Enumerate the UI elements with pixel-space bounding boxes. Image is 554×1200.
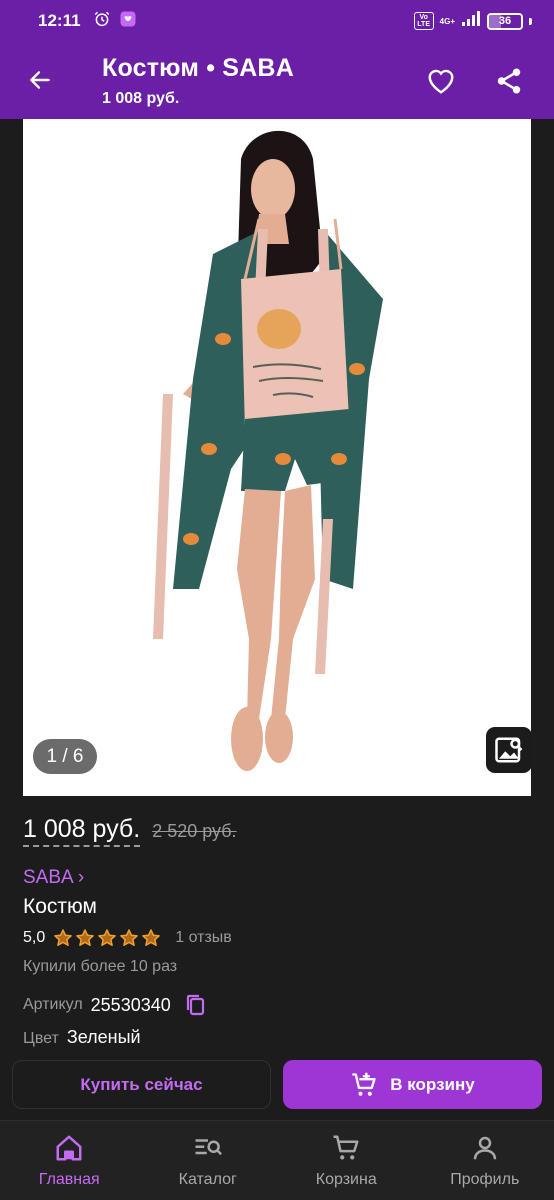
reviews-count[interactable]: 1 отзыв <box>175 929 232 947</box>
profile-icon <box>470 1133 500 1163</box>
copy-icon <box>186 994 204 1016</box>
app-notification-icon <box>119 10 137 33</box>
nav-item-profile[interactable]: Профиль <box>416 1121 554 1200</box>
nav-label-profile: Профиль <box>450 1171 520 1188</box>
image-counter: 1 / 6 <box>33 739 97 774</box>
purchase-count: Купили более 10 раз <box>23 958 178 975</box>
color-row: Цвет Зеленый <box>23 1027 141 1048</box>
heart-icon <box>428 69 454 94</box>
buy-now-button[interactable]: Купить сейчас <box>12 1060 271 1109</box>
cart-plus-icon <box>352 1072 376 1096</box>
battery-indicator: 36 <box>487 12 523 30</box>
back-button[interactable] <box>22 62 58 98</box>
nav-label-catalog: Каталог <box>178 1171 237 1188</box>
old-price: 2 520 руб. <box>152 821 237 841</box>
signal-icon <box>461 10 481 32</box>
arrow-left-icon <box>30 71 50 89</box>
article-row: Артикул 25530340 <box>23 992 207 1018</box>
nav-item-cart[interactable]: Корзина <box>277 1121 416 1200</box>
nav-item-home[interactable]: Главная <box>0 1121 139 1200</box>
home-icon <box>54 1133 84 1163</box>
cart-icon <box>331 1133 361 1163</box>
nav-label-home: Главная <box>38 1171 100 1188</box>
star-icon <box>142 929 161 946</box>
product-image-gallery[interactable]: 1 / 6 <box>23 119 531 796</box>
current-price[interactable]: 1 008 руб. <box>23 815 141 847</box>
brand-link[interactable]: SABA › <box>23 867 84 889</box>
star-icon <box>98 929 117 946</box>
rating-row[interactable]: 5,0 1 отзыв <box>23 928 232 948</box>
action-bar: Купить сейчас В корзину <box>0 1052 554 1120</box>
status-bar: 12:11 Vo LTE 4G+ 36 <box>0 0 554 42</box>
share-icon <box>497 68 521 94</box>
catalog-search-icon <box>193 1133 223 1163</box>
color-label: Цвет <box>23 1030 59 1047</box>
copy-article-button[interactable] <box>183 992 207 1018</box>
color-value: Зеленый <box>66 1027 141 1047</box>
product-photo <box>23 119 531 796</box>
article-label: Артикул <box>23 996 83 1013</box>
favorite-button[interactable] <box>422 62 460 100</box>
product-screen: 12:11 Vo LTE 4G+ 36 Костюм • SABA 1 008 … <box>0 0 554 1200</box>
header-price: 1 008 руб. <box>102 90 180 107</box>
nav-label-cart: Корзина <box>315 1171 377 1188</box>
app-header: Костюм • SABA 1 008 руб. <box>0 42 554 119</box>
status-time: 12:11 <box>38 11 81 30</box>
star-icon <box>120 929 139 946</box>
add-to-cart-label: В корзину <box>390 1074 475 1094</box>
add-to-cart-button[interactable]: В корзину <box>283 1060 542 1109</box>
network-type: 4G+ <box>439 16 455 26</box>
alarm-icon <box>93 10 111 33</box>
image-search-icon <box>495 737 523 763</box>
page-title: Костюм • SABA <box>102 54 294 82</box>
star-icon <box>54 929 73 946</box>
rating-stars <box>53 928 161 948</box>
find-similar-button[interactable] <box>486 727 531 773</box>
share-button[interactable] <box>490 62 528 100</box>
article-number: 25530340 <box>90 994 171 1015</box>
battery-tip <box>529 17 532 25</box>
battery-level: 36 <box>498 15 512 27</box>
rating-value: 5,0 <box>23 929 46 946</box>
volte-indicator: Vo LTE <box>413 12 434 30</box>
product-name: Костюм <box>23 895 97 918</box>
star-icon <box>76 929 95 946</box>
nav-item-catalog[interactable]: Каталог <box>139 1121 278 1200</box>
price-row: 1 008 руб. 2 520 руб. <box>23 815 237 847</box>
bottom-nav: Главная Каталог Корзина Профиль <box>0 1120 554 1200</box>
